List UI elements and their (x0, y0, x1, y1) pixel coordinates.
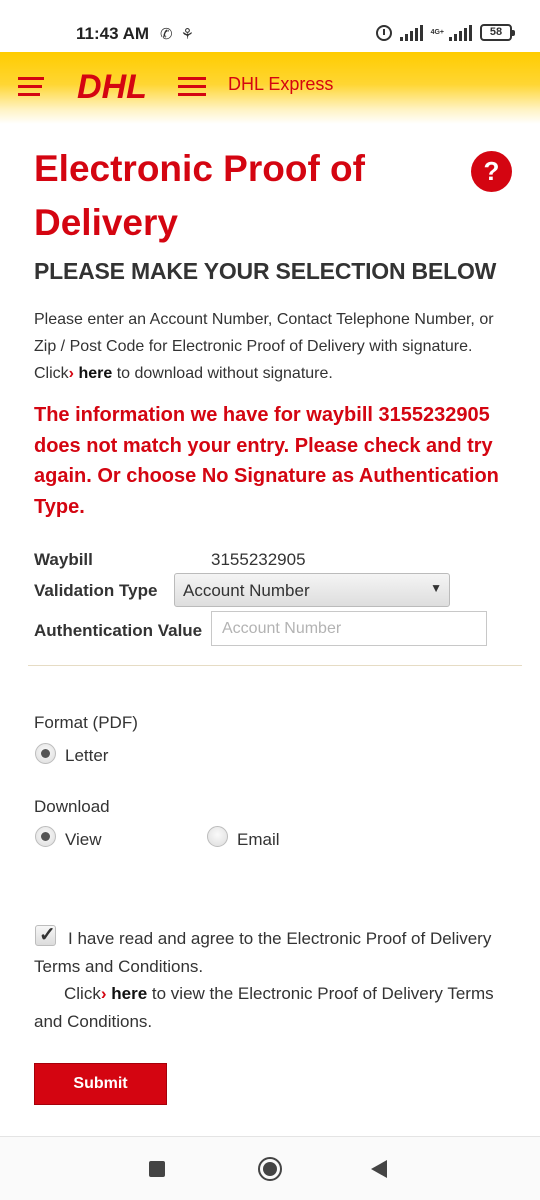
checkmark-icon: ✓ (39, 924, 56, 946)
validation-type-value: Account Number (183, 581, 310, 600)
download-view-radio[interactable] (35, 826, 56, 847)
validation-type-select[interactable]: Account Number ▼ (174, 573, 450, 607)
download-without-signature-link[interactable]: here (78, 365, 112, 382)
submit-button[interactable]: Submit (34, 1063, 167, 1105)
home-icon[interactable] (258, 1157, 282, 1181)
terms-click-label: Click (64, 984, 101, 1003)
download-email-label: Email (237, 830, 280, 849)
chevron-right-icon: › (100, 984, 107, 1003)
notification-icon: ⚘ (180, 26, 195, 43)
dhl-header: DHL DHL Express (0, 52, 540, 124)
recent-apps-icon[interactable] (149, 1161, 165, 1177)
status-right-icons: 4G+ 58 (375, 24, 515, 41)
help-button[interactable]: ? (471, 151, 512, 192)
intro-text: Please enter an Account Number, Contact … (34, 306, 514, 387)
format-letter-label: Letter (65, 746, 109, 765)
authentication-value-label: Authentication Value (34, 621, 203, 640)
battery-icon: 58 (480, 24, 515, 41)
dhl-logo[interactable]: DHL (16, 66, 208, 106)
terms-checkbox[interactable]: ✓ (35, 924, 56, 946)
status-bar: 11:43 AM ✆ ⚘ 4G+ 58 (0, 0, 540, 52)
divider (28, 665, 522, 666)
selection-heading: PLEASE MAKE YOUR SELECTION BELOW (34, 258, 497, 284)
status-time: 11:43 AM (76, 24, 150, 43)
logo-text: DHL (77, 68, 147, 106)
alarm-icon (375, 24, 392, 41)
format-letter-radio[interactable] (35, 743, 56, 764)
network-type-label: 4G+ (430, 28, 444, 36)
terms-view-text: Click› here to view the Electronic Proof… (34, 980, 514, 1036)
waybill-label: Waybill (34, 550, 93, 569)
header-title: DHL Express (228, 74, 334, 94)
status-left-icons: ✆ ⚘ (160, 26, 194, 44)
intro-text-suffix: to download without signature. (116, 365, 333, 382)
waybill-value: 3155232905 (211, 550, 306, 569)
authentication-value-input[interactable] (211, 611, 487, 646)
page-title: Electronic Proof of Delivery (34, 148, 365, 243)
dropdown-arrow-icon: ▼ (430, 581, 442, 595)
download-label: Download (34, 797, 110, 816)
signal-4g-icon (449, 24, 472, 41)
format-label: Format (PDF) (34, 713, 138, 732)
chevron-right-icon: › (68, 365, 74, 382)
system-nav-bar (0, 1136, 540, 1200)
signal-icon (399, 24, 423, 41)
back-icon[interactable] (371, 1160, 387, 1178)
view-terms-link[interactable]: here (111, 984, 147, 1003)
download-email-radio[interactable] (207, 826, 228, 847)
download-view-label: View (65, 830, 102, 849)
whatsapp-icon: ✆ (160, 26, 173, 43)
validation-type-label: Validation Type (34, 581, 158, 600)
terms-agreement-text: I have read and agree to the Electronic … (34, 929, 492, 976)
error-message: The information we have for waybill 3155… (34, 404, 499, 518)
